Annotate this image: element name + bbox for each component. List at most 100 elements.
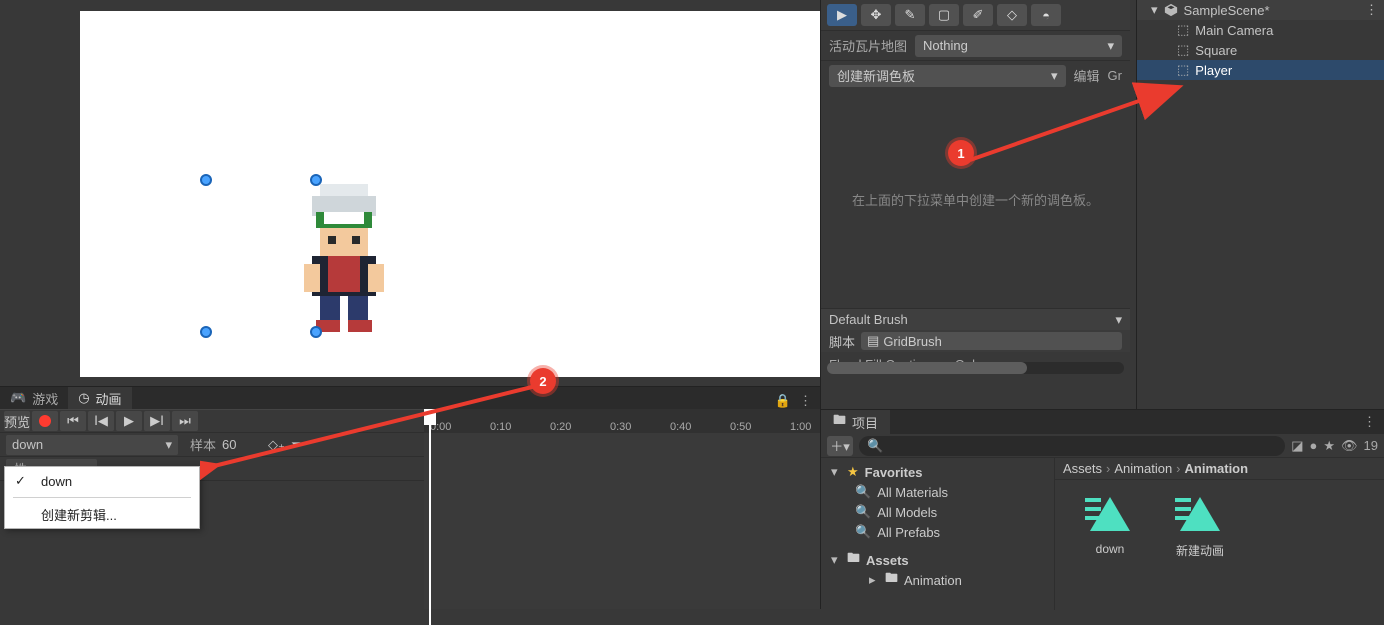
create-palette-label: 创建新调色板	[837, 66, 915, 85]
scrollbar-thumb[interactable]	[827, 362, 1027, 374]
ctx-item-down[interactable]: down	[5, 467, 199, 495]
hierarchy-item-square[interactable]: ⬚ Square	[1137, 40, 1384, 60]
next-key-icon: ▶Ⅰ	[150, 413, 164, 429]
create-palette-dropdown[interactable]: 创建新调色板 ▾	[829, 65, 1066, 87]
hidden-toggle-icon[interactable]: 👁	[1341, 438, 1358, 454]
playhead[interactable]	[424, 409, 436, 609]
script-value: GridBrush	[883, 334, 942, 349]
filter-favorite-icon[interactable]: ◪	[1291, 438, 1303, 454]
hierarchy-item-label: Square	[1195, 43, 1237, 58]
gameobject-icon: ⬚	[1177, 62, 1189, 78]
prev-key-button[interactable]: Ⅰ◀	[88, 411, 114, 431]
tool-move[interactable]: ✥	[861, 4, 891, 26]
chevron-right-icon: ›	[1106, 461, 1110, 476]
project-search[interactable]: 🔍	[859, 436, 1285, 456]
event-marker-icon: ⏷	[291, 437, 301, 452]
transform-handle-br[interactable]	[310, 326, 322, 338]
asset-label: 新建动画	[1176, 542, 1224, 559]
script-field[interactable]: ▤ GridBrush	[861, 332, 1122, 350]
asset-item[interactable]: 新建动画	[1165, 490, 1235, 559]
sample-field[interactable]: 60	[222, 437, 262, 452]
script-icon: ▤	[867, 333, 879, 349]
transform-handle-tr[interactable]	[310, 174, 322, 186]
breadcrumb-item[interactable]: Assets	[1063, 461, 1102, 476]
active-tilemap-dropdown[interactable]: Nothing ▾	[915, 35, 1122, 57]
sample-value: 60	[222, 437, 236, 452]
playhead-line	[429, 425, 431, 625]
first-frame-button[interactable]: ⏮	[60, 411, 86, 431]
asset-grid: down 新建动画	[1055, 480, 1384, 610]
tool-fill[interactable]: ◓	[1031, 4, 1061, 26]
hierarchy-scene-row[interactable]: ▾ SampleScene* ⋮	[1137, 0, 1384, 20]
tree-favorites[interactable]: ▾ ★ Favorites	[821, 462, 1054, 482]
add-event-button[interactable]: ⏷	[291, 437, 301, 453]
clock-icon: ◷	[78, 390, 89, 406]
caret-down-icon: ▾	[831, 464, 841, 480]
annotation-badge-1: 1	[948, 140, 974, 166]
player-sprite[interactable]	[284, 171, 404, 341]
tool-brush[interactable]: ✎	[895, 4, 925, 26]
sample-label: 样本	[190, 435, 216, 454]
last-frame-button[interactable]: ⏭	[172, 411, 198, 431]
annotation-number: 2	[539, 374, 546, 389]
chevron-down-icon: ▾	[1115, 312, 1122, 328]
kebab-menu-icon[interactable]: ⋮	[1365, 2, 1378, 18]
breadcrumb-item[interactable]: Animation	[1114, 461, 1172, 476]
tab-project[interactable]: 🖿 项目	[821, 410, 890, 434]
fav-item-label: All Materials	[877, 485, 948, 500]
brush-dropdown[interactable]: Default Brush ▾	[821, 308, 1130, 330]
create-asset-button[interactable]: ＋▾	[827, 436, 853, 456]
transform-handle-tl[interactable]	[200, 174, 212, 186]
tab-animation[interactable]: ◷ 动画	[68, 387, 131, 409]
tree-assets[interactable]: ▾ 🖿 Assets	[821, 550, 1054, 570]
tree-fav-all-materials[interactable]: 🔍All Materials	[821, 482, 1054, 502]
playhead-flag[interactable]	[424, 409, 436, 425]
timeline-ruler[interactable]: 0:00 0:10 0:20 0:30 0:40 0:50 1:00	[424, 409, 820, 433]
filter-type-icon[interactable]: ●	[1310, 438, 1318, 454]
tool-picker[interactable]: ✐	[963, 4, 993, 26]
tab-game[interactable]: 🎮 游戏	[0, 387, 68, 409]
gamepad-icon: 🎮	[10, 390, 26, 406]
breadcrumb-item[interactable]: Animation	[1185, 461, 1249, 476]
kebab-menu-icon[interactable]: ⋮	[1355, 414, 1384, 430]
hierarchy-item-player[interactable]: ⬚ Player	[1137, 60, 1384, 80]
tree-assets-animation[interactable]: ▸ 🖿 Animation	[821, 570, 1054, 590]
tool-box[interactable]: ▢	[929, 4, 959, 26]
preview-button[interactable]: 预览	[4, 411, 30, 431]
tree-fav-all-prefabs[interactable]: 🔍All Prefabs	[821, 522, 1054, 542]
tab-game-label: 游戏	[32, 389, 58, 408]
hierarchy-item-main-camera[interactable]: ⬚ Main Camera	[1137, 20, 1384, 40]
brush-name: Default Brush	[829, 312, 908, 327]
script-row: 脚本 ▤ GridBrush	[821, 330, 1130, 352]
horizontal-scrollbar[interactable]	[827, 362, 1124, 374]
tool-eraser[interactable]: ◇	[997, 4, 1027, 26]
caret-down-icon: ▾	[831, 552, 841, 568]
grid-button[interactable]: Gr	[1108, 68, 1122, 83]
lock-icon[interactable]: 🔒	[775, 393, 791, 409]
ctx-item-new-clip[interactable]: 创建新剪辑...	[5, 500, 199, 528]
scene-name: SampleScene*	[1184, 3, 1270, 18]
record-button[interactable]	[32, 411, 58, 431]
unity-logo-icon	[1164, 3, 1178, 17]
annotation-number: 1	[957, 146, 964, 161]
add-key-button[interactable]: ◇₊	[268, 437, 285, 453]
timeline-body[interactable]	[424, 433, 820, 609]
asset-item[interactable]: down	[1075, 490, 1145, 556]
animation-clip-icon	[1173, 490, 1227, 538]
kebab-menu-icon[interactable]: ⋮	[799, 393, 812, 409]
tool-select[interactable]: ▶	[827, 4, 857, 26]
transform-handle-bl[interactable]	[200, 326, 212, 338]
timeline-tick: 1:00	[790, 421, 811, 433]
tree-fav-all-models[interactable]: 🔍All Models	[821, 502, 1054, 522]
chevron-down-icon: ▾	[1107, 38, 1114, 54]
edit-button[interactable]: 编辑	[1074, 66, 1100, 85]
skip-end-icon: ⏭	[179, 413, 191, 429]
scene-canvas[interactable]	[80, 11, 820, 377]
play-button[interactable]: ▶	[116, 411, 142, 431]
next-key-button[interactable]: ▶Ⅰ	[144, 411, 170, 431]
timeline-tick: 0:10	[490, 421, 511, 433]
filter-label-icon[interactable]: ★	[1323, 438, 1335, 454]
timeline-tick: 0:30	[610, 421, 631, 433]
timeline-tick: 0:40	[670, 421, 691, 433]
clip-dropdown[interactable]: down ▾	[6, 435, 178, 455]
